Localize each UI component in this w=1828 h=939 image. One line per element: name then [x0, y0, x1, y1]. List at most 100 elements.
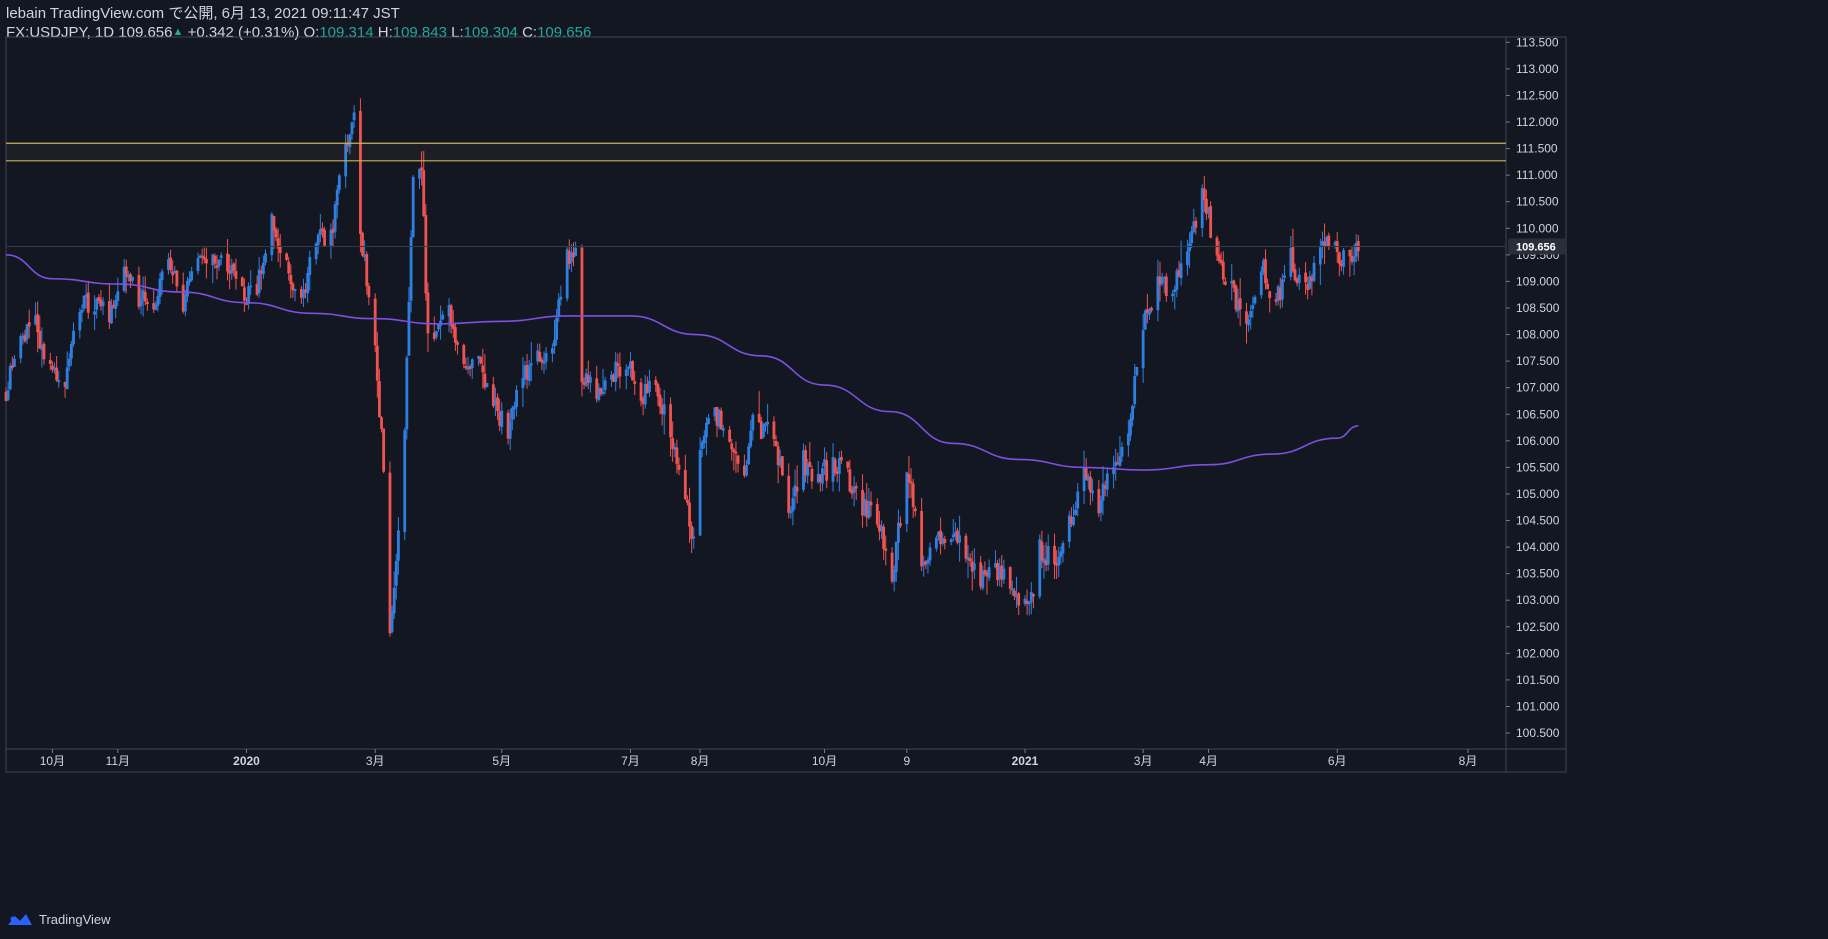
price-tick-label: 111.500	[1516, 142, 1558, 156]
candlestick-chart[interactable]: 113.500 113.000 112.500 112.000 111.500 111.0…	[0, 0, 1828, 939]
bullish-candle	[409, 230, 413, 313]
time-axis[interactable]: 10月 11月 2020 3月 5月 7月 8月 10月 9 2021 3月 4月 6月 8月	[40, 749, 1478, 768]
candle-body	[1352, 256, 1356, 263]
price-tick-label: 112.000	[1516, 115, 1559, 129]
candle-body	[175, 270, 179, 287]
candle-body	[352, 112, 356, 121]
time-tick-label: 10月	[812, 754, 837, 768]
bullish-candle	[934, 535, 938, 552]
candle-body	[190, 271, 194, 281]
candle-body	[1133, 376, 1137, 405]
time-tick-label: 9	[904, 754, 911, 768]
price-tick-label: 113.500	[1516, 35, 1559, 49]
bearish-candle	[920, 497, 924, 572]
candle-body	[943, 538, 947, 543]
candle-body	[316, 234, 320, 246]
candle-body	[580, 247, 584, 383]
bearish-candle	[808, 442, 812, 468]
candle-body	[196, 258, 200, 272]
candle-body	[521, 378, 525, 389]
bearish-candle	[1268, 290, 1272, 313]
candle-body	[278, 246, 282, 254]
candle-body	[289, 274, 293, 284]
candle-body	[692, 536, 696, 539]
candle-body	[964, 535, 968, 559]
bearish-candle	[205, 247, 208, 279]
bearish-candle	[359, 98, 362, 253]
candle-body	[555, 317, 559, 340]
candle-body	[407, 301, 411, 356]
candle-body	[745, 465, 748, 476]
candle-body	[420, 167, 424, 171]
bearish-candle	[787, 463, 791, 519]
candle-body	[158, 278, 162, 297]
bearish-candle	[732, 447, 736, 471]
candle-body	[882, 526, 886, 549]
candle-body	[1129, 419, 1132, 436]
bullish-candle	[1156, 259, 1160, 322]
bullish-candle	[1112, 455, 1115, 489]
candle-body	[658, 394, 662, 407]
candle-body	[82, 295, 86, 309]
time-tick-label: 11月	[106, 754, 130, 768]
candle-body	[987, 567, 991, 578]
candle-body	[337, 175, 341, 190]
candle-body	[780, 456, 784, 476]
candle-body	[156, 296, 160, 306]
price-tick-label: 104.000	[1516, 540, 1560, 554]
bullish-candle	[614, 351, 618, 392]
candle-body	[226, 253, 229, 272]
candle-body	[920, 510, 924, 567]
candle-body	[662, 404, 666, 415]
resistance-zone-layer	[6, 142, 1506, 162]
candle-body	[405, 357, 409, 430]
candle-body	[390, 611, 394, 632]
candle-body	[1264, 259, 1267, 284]
candle-body	[397, 530, 400, 561]
price-tick-label: 102.500	[1516, 620, 1560, 634]
candle-body	[422, 170, 426, 216]
candle-body	[453, 327, 457, 343]
candle-body	[424, 215, 428, 294]
bearish-candle	[728, 425, 732, 444]
bullish-candle	[987, 559, 991, 582]
bearish-candle	[538, 343, 542, 362]
bullish-candle	[1072, 504, 1075, 527]
price-axis[interactable]: 113.500 113.000 112.500 112.000 111.500 111.0…	[1506, 35, 1560, 740]
bullish-candle	[1057, 546, 1061, 578]
candle-body	[719, 410, 723, 430]
candle-body	[247, 286, 251, 304]
candle-body	[1348, 249, 1352, 257]
candle-body	[72, 330, 75, 345]
candle-body	[1032, 594, 1035, 597]
candle-body	[333, 204, 337, 232]
bearish-candle	[580, 244, 584, 397]
candle-body	[116, 291, 120, 301]
candle-body	[1190, 231, 1194, 244]
bullish-candle	[515, 385, 518, 417]
bearish-candle	[757, 391, 761, 424]
tradingview-branding[interactable]: TradingView	[6, 911, 111, 927]
time-tick-label: 3月	[1134, 754, 1153, 768]
candle-body	[1318, 247, 1322, 265]
time-tick-label: 7月	[621, 754, 640, 768]
last-price-layer: 109.656	[6, 238, 1566, 255]
candle-body	[1076, 491, 1080, 509]
candle-body	[1291, 246, 1295, 272]
candle-body	[306, 272, 310, 294]
bearish-candle	[462, 343, 466, 369]
bullish-candle	[951, 519, 955, 542]
price-tick-label: 113.000	[1516, 62, 1559, 76]
candle-body	[1202, 188, 1206, 200]
candle-body	[1002, 568, 1006, 580]
candle-body	[1342, 250, 1345, 267]
bullish-candle	[131, 276, 134, 284]
candle-body	[456, 342, 459, 345]
candle-body	[677, 464, 681, 470]
candle-body	[1141, 330, 1145, 369]
candle-body	[1008, 567, 1012, 589]
candle-body	[42, 343, 46, 360]
candle-body	[721, 428, 725, 431]
candle-body	[633, 381, 637, 384]
candle-body	[907, 474, 911, 483]
